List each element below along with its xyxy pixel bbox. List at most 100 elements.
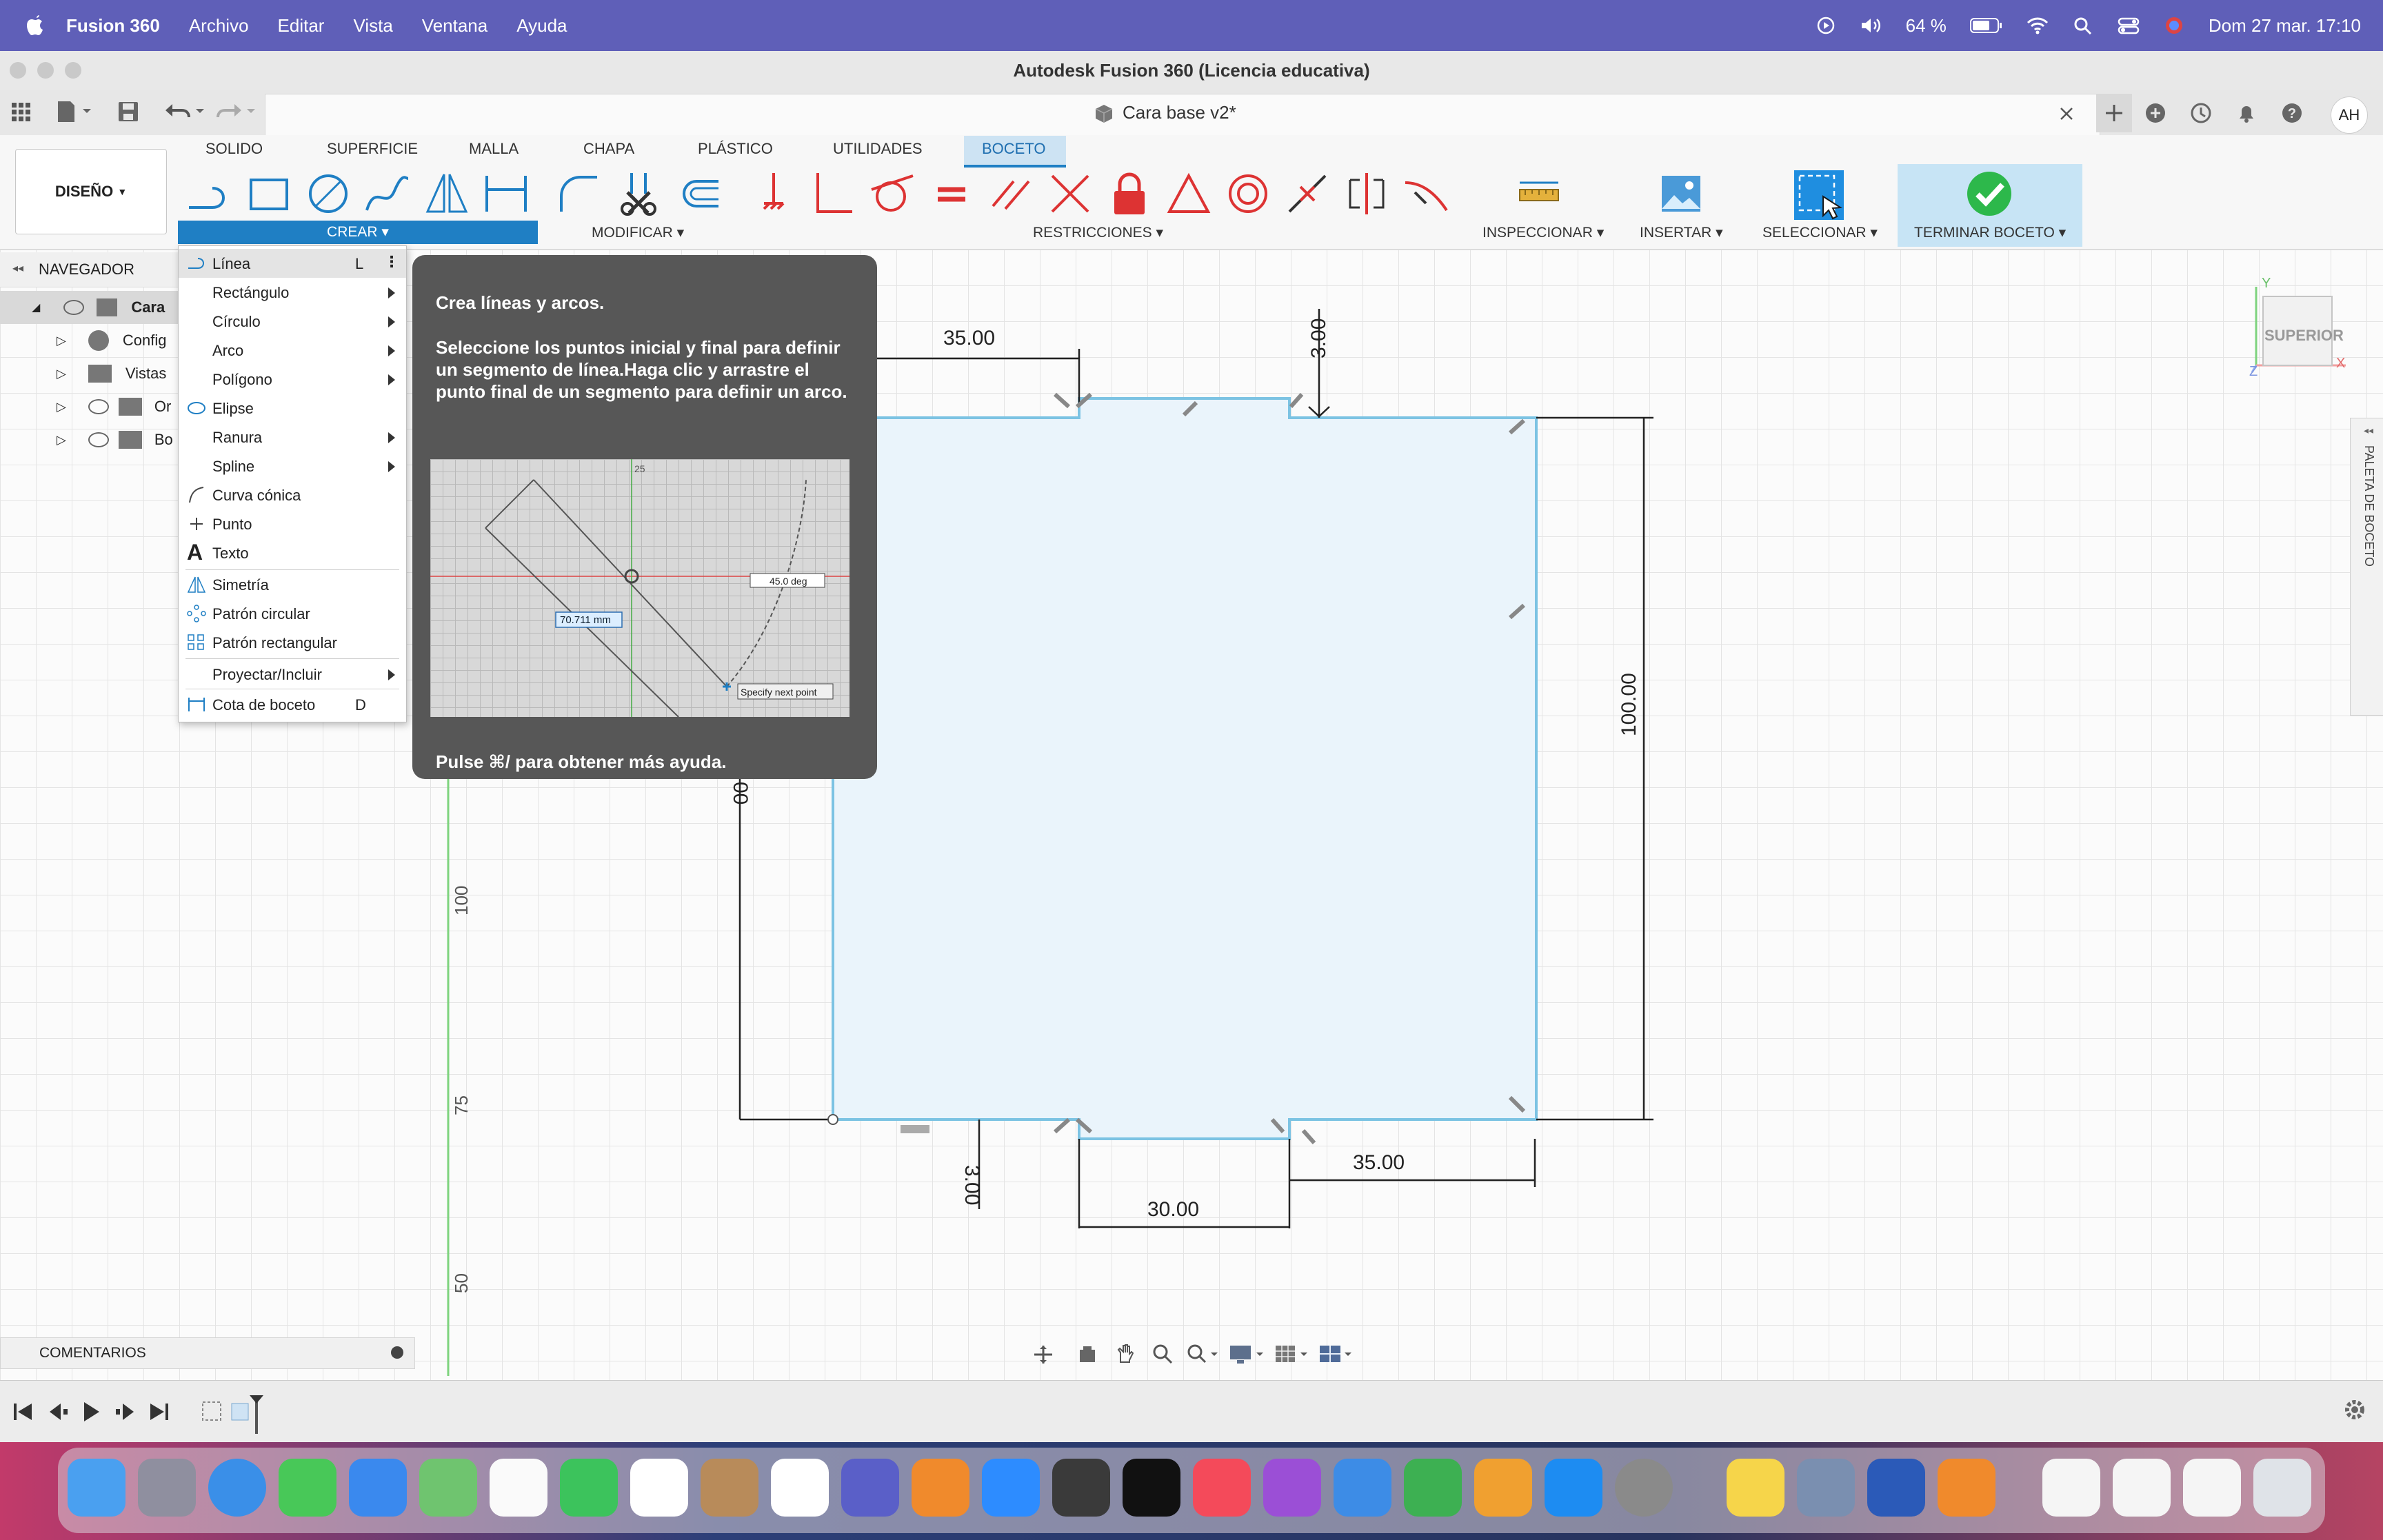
timeline-first-icon[interactable]	[14, 1404, 32, 1420]
coincident-icon[interactable]	[749, 169, 798, 219]
comments-panel-header[interactable]: COMENTARIOS	[0, 1337, 415, 1369]
tree-expand-icon[interactable]: ▷	[57, 400, 66, 414]
tab-utilidades[interactable]: UTILIDADES	[833, 140, 923, 158]
line-tool-icon[interactable]	[185, 169, 234, 219]
terminar-boceto-button[interactable]: TERMINAR BOCETO ▾	[1914, 224, 2066, 241]
dock-fusion360-icon[interactable]	[912, 1459, 969, 1517]
crear-group-button[interactable]: CREAR ▾	[178, 221, 538, 244]
save-icon[interactable]	[117, 101, 139, 123]
navigator-collapse-icon[interactable]: ◂◂	[12, 261, 23, 275]
dock-system-preferences-icon[interactable]	[1615, 1459, 1673, 1517]
menu-item-elipse[interactable]: Elipse	[179, 394, 406, 423]
tab-chapa[interactable]: CHAPA	[583, 140, 634, 158]
symmetry-constraint-icon[interactable]	[1164, 169, 1214, 219]
seleccionar-group-button[interactable]: SELECCIONAR ▾	[1762, 224, 1878, 241]
insertar-group-button[interactable]: INSERTAR ▾	[1640, 224, 1723, 241]
sketch-profile[interactable]	[832, 397, 1538, 1140]
tree-expand-icon[interactable]: ▷	[57, 433, 66, 447]
document-name[interactable]: Cara base v2*	[1123, 102, 1236, 123]
timeline-last-icon[interactable]	[150, 1404, 168, 1420]
sketch-palette-collapse-icon[interactable]: ◂◂	[2364, 425, 2373, 436]
app-grid-icon[interactable]	[11, 102, 32, 123]
menu-item-cota-de-boceto[interactable]: Cota de boceto D	[179, 690, 406, 719]
menu-item-simetria[interactable]: Simetría	[179, 570, 406, 599]
menu-item-patron-circular[interactable]: Patrón circular	[179, 599, 406, 628]
restricciones-group-button[interactable]: RESTRICCIONES ▾	[1033, 224, 1163, 241]
tree-expand-icon[interactable]: ▷	[57, 367, 66, 381]
tangent-icon[interactable]	[867, 169, 917, 219]
collinear-icon[interactable]	[1045, 169, 1095, 219]
mirror-tool-icon[interactable]	[422, 169, 472, 219]
dock-appletv-icon[interactable]	[1123, 1459, 1180, 1517]
menu-ventana[interactable]: Ventana	[422, 15, 487, 37]
visibility-eye-icon[interactable]	[88, 432, 109, 447]
close-tab-icon[interactable]	[2059, 106, 2074, 121]
dock-document-icon[interactable]	[2042, 1459, 2100, 1517]
dock-fusion360-recent-icon[interactable]	[1938, 1459, 1995, 1517]
dock-word-icon[interactable]	[1867, 1459, 1925, 1517]
dock-document-icon[interactable]	[2113, 1459, 2171, 1517]
concentric-icon[interactable]	[1223, 169, 1273, 219]
zoom-window-icon[interactable]	[1186, 1343, 1219, 1365]
tab-boceto[interactable]: BOCETO	[982, 140, 1046, 158]
dock-numbers-icon[interactable]	[1404, 1459, 1462, 1517]
add-comment-icon[interactable]	[391, 1346, 403, 1359]
menu-item-proyectar-incluir[interactable]: Proyectar/Incluir	[179, 660, 406, 689]
dock-teams-icon[interactable]	[841, 1459, 899, 1517]
fix-lock-icon[interactable]	[1105, 169, 1154, 219]
timeline-prev-icon[interactable]	[50, 1404, 68, 1420]
dock-zoom-icon[interactable]	[982, 1459, 1040, 1517]
visibility-eye-icon[interactable]	[63, 300, 85, 315]
siri-icon[interactable]	[2163, 17, 2185, 34]
job-status-icon[interactable]	[2190, 102, 2212, 124]
trim-scissors-icon[interactable]	[614, 169, 663, 219]
dock-trash-icon[interactable]	[2253, 1459, 2311, 1517]
dock-music-icon[interactable]	[1193, 1459, 1251, 1517]
viewcube-face-label[interactable]: SUPERIOR	[2264, 327, 2344, 345]
user-avatar[interactable]: AH	[2331, 97, 2368, 134]
dock-calculator-icon[interactable]	[1052, 1459, 1110, 1517]
visibility-eye-icon[interactable]	[88, 399, 109, 414]
curvature-icon[interactable]	[1401, 169, 1451, 219]
timeline-play-icon[interactable]	[84, 1402, 99, 1421]
dimension-tool-icon[interactable]	[481, 169, 531, 219]
dock-document-icon[interactable]	[2183, 1459, 2241, 1517]
rectangle-tool-icon[interactable]	[244, 169, 294, 219]
measure-ruler-icon[interactable]	[1514, 169, 1564, 219]
dock-keynote-icon[interactable]	[1334, 1459, 1391, 1517]
dim-right-height[interactable]: 100.00	[1618, 673, 1641, 736]
menu-item-poligono[interactable]: Polígono	[179, 365, 406, 394]
menu-item-rectangulo[interactable]: Rectángulo	[179, 278, 406, 307]
origin-point[interactable]	[827, 1114, 838, 1125]
media-play-icon[interactable]	[1815, 17, 1837, 34]
grid-settings-icon[interactable]	[1274, 1343, 1311, 1365]
file-menu-icon[interactable]	[57, 101, 95, 123]
midpoint-icon[interactable]	[1283, 169, 1332, 219]
control-center-icon[interactable]	[2118, 17, 2140, 34]
fillet-tool-icon[interactable]	[554, 169, 604, 219]
menu-item-ranura[interactable]: Ranura	[179, 423, 406, 452]
notifications-bell-icon[interactable]	[2235, 102, 2258, 124]
tab-plastico[interactable]: PLÁSTICO	[698, 140, 773, 158]
offset-tool-icon[interactable]	[673, 169, 723, 219]
dock-pages-icon[interactable]	[1474, 1459, 1532, 1517]
menu-item-circulo[interactable]: Círculo	[179, 307, 406, 336]
orbit-icon[interactable]	[1033, 1344, 1054, 1365]
dock-appstore-icon[interactable]	[1545, 1459, 1602, 1517]
horizontal-vertical-icon[interactable]	[1342, 169, 1391, 219]
dock-maps-icon[interactable]	[419, 1459, 477, 1517]
menubar-datetime[interactable]: Dom 27 mar. 17:10	[2209, 15, 2361, 37]
dock-launchpad-icon[interactable]	[138, 1459, 196, 1517]
more-options-icon[interactable]: ⋮	[384, 253, 399, 271]
select-tool-icon[interactable]	[1793, 169, 1845, 221]
dock-photos-icon[interactable]	[490, 1459, 547, 1517]
tab-malla[interactable]: MALLA	[469, 140, 519, 158]
wifi-icon[interactable]	[2027, 17, 2049, 34]
spline-tool-icon[interactable]	[363, 169, 412, 219]
dock-safari-icon[interactable]	[208, 1459, 266, 1517]
menu-item-punto[interactable]: Punto	[179, 509, 406, 538]
tab-solido[interactable]: SOLIDO	[205, 140, 263, 158]
menu-item-curva-conica[interactable]: Curva cónica	[179, 480, 406, 509]
settings-gear-icon[interactable]	[2342, 1397, 2368, 1423]
display-settings-icon[interactable]	[1229, 1343, 1266, 1365]
